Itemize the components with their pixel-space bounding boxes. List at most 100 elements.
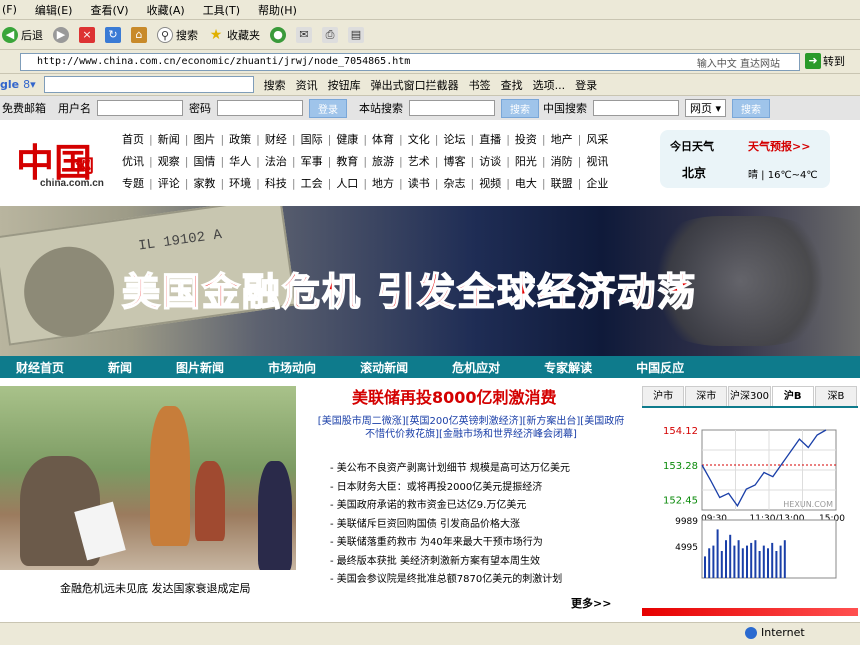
channel-link[interactable]: 新闻: [158, 131, 180, 147]
channel-link[interactable]: 地产: [551, 131, 573, 147]
channel-link[interactable]: 文化: [408, 131, 430, 147]
username-input[interactable]: [97, 100, 183, 116]
options-button[interactable]: 选项...: [533, 77, 566, 93]
google-search-button[interactable]: 搜索: [264, 77, 286, 93]
channel-link[interactable]: 军事: [301, 153, 323, 169]
news-item[interactable]: - 美联储落重药救市 为40年来最大干预市场行为: [330, 534, 570, 553]
channel-link[interactable]: 体育: [372, 131, 394, 147]
category-link[interactable]: 中国反应: [636, 359, 684, 376]
news-photo[interactable]: [0, 386, 296, 570]
site-search-button[interactable]: 搜索: [501, 98, 539, 118]
channel-link[interactable]: 直播: [479, 131, 501, 147]
password-input[interactable]: [217, 100, 303, 116]
channel-link[interactable]: 环境: [229, 175, 251, 191]
channel-link[interactable]: 观察: [158, 153, 180, 169]
china-com-logo[interactable]: 中国 网 china.com.cn: [16, 132, 116, 196]
search-button[interactable]: ⚲ 搜索: [157, 26, 198, 43]
channel-link[interactable]: 风采: [586, 131, 608, 147]
channel-link[interactable]: 视讯: [586, 153, 608, 169]
news-item[interactable]: - 美联储斥巨资回购国债 引发商品价格大涨: [330, 516, 570, 535]
channel-link[interactable]: 国情: [193, 153, 215, 169]
channel-link[interactable]: 科技: [265, 175, 287, 191]
channel-link[interactable]: 读书: [408, 175, 430, 191]
category-link[interactable]: 新闻: [108, 359, 132, 376]
news-item[interactable]: - 美国会参议院是终批准总额7870亿美元的刺激计划: [330, 571, 570, 590]
category-link[interactable]: 财经首页: [16, 359, 64, 376]
menu-item[interactable]: 工具(T): [203, 2, 240, 18]
channel-link[interactable]: 法治: [265, 153, 287, 169]
channel-link[interactable]: 工会: [301, 175, 323, 191]
market-tab[interactable]: 沪B: [771, 386, 814, 406]
channel-link[interactable]: 华人: [229, 153, 251, 169]
channel-link[interactable]: 政策: [229, 131, 251, 147]
news-item[interactable]: - 日本财务大臣：或将再投2000亿美元提振经济: [330, 479, 570, 498]
menu-item[interactable]: (F): [2, 3, 17, 16]
channel-link[interactable]: 艺术: [408, 153, 430, 169]
category-link[interactable]: 图片新闻: [176, 359, 224, 376]
google-pins-button[interactable]: 按钮库: [328, 77, 361, 93]
channel-link[interactable]: 地方: [372, 175, 394, 191]
channel-link[interactable]: 视频: [479, 175, 501, 191]
channel-link[interactable]: 国际: [301, 131, 323, 147]
category-link[interactable]: 危机应对: [452, 359, 500, 376]
go-button[interactable]: ➜ 转到: [805, 53, 845, 69]
market-tab[interactable]: 深B: [814, 386, 858, 406]
category-link[interactable]: 滚动新闻: [360, 359, 408, 376]
search-scope-select[interactable]: 网页 ▾: [685, 99, 727, 117]
channel-link[interactable]: 财经: [265, 131, 287, 147]
address-input[interactable]: http://www.china.com.cn/economic/zhuanti…: [20, 53, 800, 71]
menu-item[interactable]: 编辑(E): [35, 2, 73, 18]
forward-button[interactable]: ▶: [53, 26, 69, 43]
mail-button[interactable]: ✉: [296, 26, 312, 43]
channel-link[interactable]: 论坛: [443, 131, 465, 147]
channel-link[interactable]: 优讯: [122, 153, 144, 169]
weather-forecast-link[interactable]: 天气预报>>: [748, 138, 810, 154]
china-search-button[interactable]: 搜索: [732, 98, 771, 118]
channel-link[interactable]: 博客: [443, 153, 465, 169]
channel-link[interactable]: 家教: [193, 175, 215, 191]
channel-link[interactable]: 图片: [193, 131, 215, 147]
channel-link[interactable]: 阳光: [515, 153, 537, 169]
channel-link[interactable]: 消防: [551, 153, 573, 169]
news-item[interactable]: - 美公布不良资产剥离计划细节 规模是高可达万亿美元: [330, 460, 570, 479]
print-button[interactable]: ⎙: [322, 26, 338, 43]
google-search-input[interactable]: [43, 76, 254, 93]
channel-link[interactable]: 评论: [158, 175, 180, 191]
channel-link[interactable]: 访谈: [479, 153, 501, 169]
menu-item[interactable]: 帮助(H): [258, 2, 297, 18]
refresh-button[interactable]: ↻: [105, 26, 121, 43]
edit-button[interactable]: ▤: [348, 26, 364, 43]
related-links[interactable]: [美国股市周二微涨][英国200亿英镑刺激经济][新方案出台][美国政府不惜代价…: [316, 415, 626, 441]
channel-link[interactable]: 电大: [515, 175, 537, 191]
channel-link[interactable]: 旅游: [372, 153, 394, 169]
menu-item[interactable]: 收藏(A): [147, 2, 185, 18]
favorites-button[interactable]: ★ 收藏夹: [208, 27, 260, 43]
channel-link[interactable]: 首页: [122, 131, 144, 147]
market-tab[interactable]: 沪深300: [728, 386, 771, 406]
stop-button[interactable]: ×: [79, 26, 95, 43]
photo-caption[interactable]: 金融危机远未见底 发达国家衰退成定局: [60, 580, 251, 596]
news-item[interactable]: - 美国政府承诺的救市资金已达亿9.万亿美元: [330, 497, 570, 516]
main-headline[interactable]: 美联储再投8000亿刺激消费: [352, 384, 557, 408]
news-item[interactable]: - 最终版本获批 美经济刺激新方案有望本周生效: [330, 553, 570, 572]
home-button[interactable]: ⌂: [131, 26, 147, 43]
market-tab[interactable]: 沪市: [642, 386, 685, 406]
channel-link[interactable]: 专题: [122, 175, 144, 191]
category-link[interactable]: 专家解读: [544, 359, 592, 376]
channel-link[interactable]: 人口: [336, 175, 358, 191]
market-tab[interactable]: 深市: [685, 386, 728, 406]
channel-link[interactable]: 杂志: [443, 175, 465, 191]
back-button[interactable]: ◀ 后退: [2, 26, 43, 43]
media-button[interactable]: ●: [270, 26, 286, 43]
find-button[interactable]: 查找: [501, 77, 523, 93]
google-menu[interactable]: 8▾: [23, 78, 36, 91]
channel-link[interactable]: 健康: [336, 131, 358, 147]
channel-link[interactable]: 联盟: [551, 175, 573, 191]
bookmarks-button[interactable]: 书签: [469, 77, 491, 93]
google-info-button[interactable]: 资讯: [296, 77, 318, 93]
login-button[interactable]: 登录: [309, 98, 347, 118]
more-link[interactable]: 更多>>: [571, 595, 611, 611]
google-login-button[interactable]: 登录: [575, 77, 597, 93]
popup-blocker-button[interactable]: 弹出式窗口拦截器: [371, 77, 459, 93]
channel-link[interactable]: 教育: [336, 153, 358, 169]
